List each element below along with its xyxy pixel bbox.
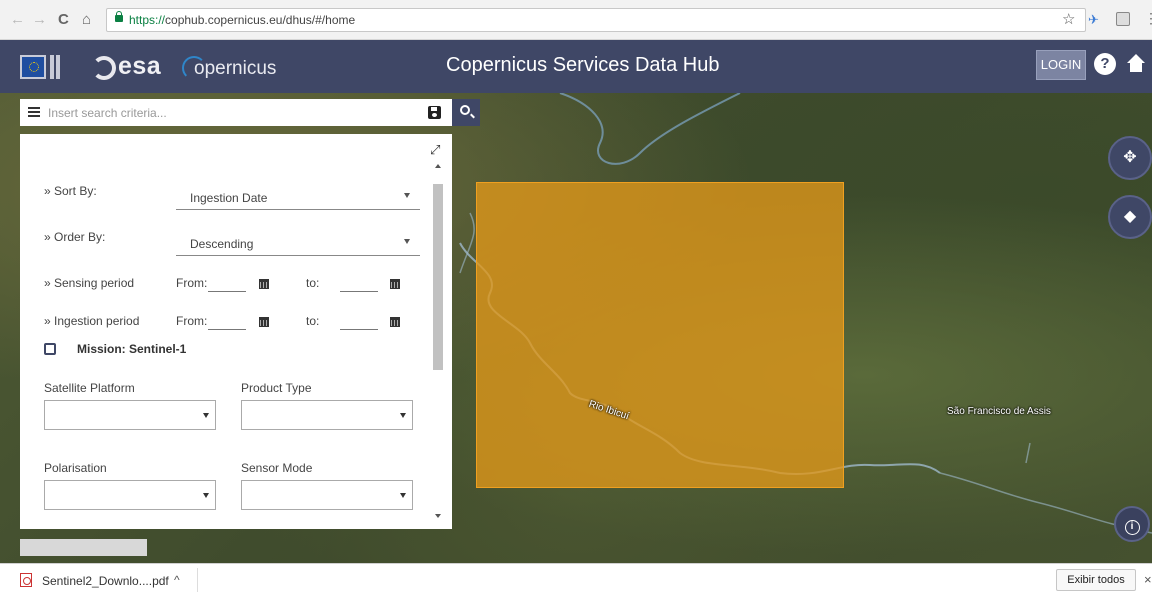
download-shelf: Sentinel2_Downlo....pdf ^ Exibir todos × xyxy=(0,563,1152,595)
move-icon: ✥ xyxy=(1123,149,1137,166)
close-icon[interactable]: × xyxy=(1144,572,1152,587)
home-icon[interactable] xyxy=(1126,54,1146,74)
esa-logo-text: esa xyxy=(118,52,162,80)
sort-by-value: Ingestion Date xyxy=(190,191,268,205)
panel-scrollbar[interactable] xyxy=(432,162,444,522)
copernicus-logo-text: opernicus xyxy=(194,58,277,79)
product-type-label: Product Type xyxy=(241,381,312,395)
sensing-to-input[interactable] xyxy=(340,278,378,292)
layers-control-button[interactable]: ◆ xyxy=(1108,195,1152,239)
save-search-icon[interactable] xyxy=(428,106,441,119)
layers-icon: ◆ xyxy=(1123,208,1137,225)
chevron-down-icon xyxy=(404,239,410,244)
mission-sentinel1-label: Mission: Sentinel-1 xyxy=(77,342,187,356)
pdf-file-icon xyxy=(20,573,32,587)
sensing-period-label: » Sensing period xyxy=(44,276,135,290)
divider xyxy=(197,568,198,592)
info-icon: i xyxy=(1124,520,1140,535)
chevron-down-icon xyxy=(203,413,209,418)
lock-icon xyxy=(115,11,123,22)
esa-swirl-icon xyxy=(92,56,116,80)
ingestion-to-input[interactable] xyxy=(340,316,378,330)
sensor-mode-select[interactable] xyxy=(241,480,413,510)
chevron-down-icon xyxy=(400,413,406,418)
polarisation-label: Polarisation xyxy=(44,461,107,475)
extension-icon[interactable]: ✈ xyxy=(1088,12,1099,28)
satellite-platform-select[interactable] xyxy=(44,400,216,430)
search-icon xyxy=(460,105,470,115)
ingestion-period-label: » Ingestion period xyxy=(44,314,140,328)
expand-icon[interactable]: ⤢ xyxy=(430,142,440,158)
forward-icon[interactable]: → xyxy=(32,12,47,28)
status-strip xyxy=(20,539,147,556)
menu-icon[interactable] xyxy=(28,107,40,117)
calendar-icon[interactable] xyxy=(390,279,400,289)
chevron-down-icon xyxy=(203,493,209,498)
search-button[interactable] xyxy=(452,99,480,126)
show-all-button[interactable]: Exibir todos xyxy=(1056,569,1136,591)
sensing-from-label: From: xyxy=(176,276,208,290)
ingestion-from-input[interactable] xyxy=(208,316,246,330)
sensing-to-label: to: xyxy=(306,276,320,290)
search-input[interactable] xyxy=(48,103,408,122)
search-bar xyxy=(20,99,452,126)
polarisation-select[interactable] xyxy=(44,480,216,510)
browser-menu-icon[interactable]: ⋮ xyxy=(1144,10,1152,27)
url-text[interactable]: https://cophub.copernicus.eu/dhus/#/home xyxy=(129,13,355,27)
calendar-icon[interactable] xyxy=(259,317,269,327)
browser-toolbar: ← → C ⌂ https://cophub.copernicus.eu/dhu… xyxy=(0,0,1152,40)
chevron-down-icon xyxy=(404,193,410,198)
advanced-search-panel: ⤢ » Sort By: Ingestion Date » Order By: … xyxy=(20,134,452,529)
extension-box-icon[interactable] xyxy=(1116,12,1130,26)
eu-flag-icon xyxy=(20,55,46,79)
pan-control-button[interactable]: ✥ xyxy=(1108,136,1152,180)
bookmark-star-icon[interactable]: ☆ xyxy=(1062,10,1075,28)
reload-icon[interactable]: C xyxy=(58,12,69,28)
product-footprint[interactable] xyxy=(476,182,844,488)
european-commission-logo xyxy=(20,53,76,81)
url-protocol: https:// xyxy=(129,13,166,27)
scroll-down-icon[interactable] xyxy=(435,514,441,518)
sort-by-select[interactable]: Ingestion Date xyxy=(176,186,420,210)
ec-building-icon xyxy=(50,55,72,79)
back-icon[interactable]: ← xyxy=(10,12,25,28)
download-item-name[interactable]: Sentinel2_Downlo....pdf xyxy=(42,574,169,588)
satellite-platform-label: Satellite Platform xyxy=(44,381,135,395)
help-icon[interactable]: ? xyxy=(1094,53,1116,75)
scroll-thumb[interactable] xyxy=(433,184,443,370)
chevron-up-icon[interactable]: ^ xyxy=(174,573,180,587)
order-by-label: » Order By: xyxy=(44,230,106,244)
url-path: cophub.copernicus.eu/dhus/#/home xyxy=(165,13,356,27)
mission-sentinel1-checkbox[interactable] xyxy=(44,343,56,355)
sensor-mode-label: Sensor Mode xyxy=(241,461,313,475)
info-button[interactable]: i xyxy=(1114,506,1150,542)
map-label-city: São Francisco de Assis xyxy=(947,406,1051,417)
address-bar[interactable]: https://cophub.copernicus.eu/dhus/#/home xyxy=(106,8,1086,32)
login-button[interactable]: LOGIN xyxy=(1036,50,1086,80)
order-by-select[interactable]: Descending xyxy=(176,232,420,256)
chevron-down-icon xyxy=(400,493,406,498)
product-type-select[interactable] xyxy=(241,400,413,430)
calendar-icon[interactable] xyxy=(259,279,269,289)
app-header: esa opernicus Copernicus Services Data H… xyxy=(0,40,1152,93)
sort-by-label: » Sort By: xyxy=(44,184,97,198)
ingestion-from-label: From: xyxy=(176,314,208,328)
ingestion-to-label: to: xyxy=(306,314,320,328)
calendar-icon[interactable] xyxy=(390,317,400,327)
scroll-up-icon[interactable] xyxy=(435,164,441,168)
order-by-value: Descending xyxy=(190,237,254,251)
browser-home-icon[interactable]: ⌂ xyxy=(82,12,91,28)
sensing-from-input[interactable] xyxy=(208,278,246,292)
page-title: Copernicus Services Data Hub xyxy=(446,54,720,76)
